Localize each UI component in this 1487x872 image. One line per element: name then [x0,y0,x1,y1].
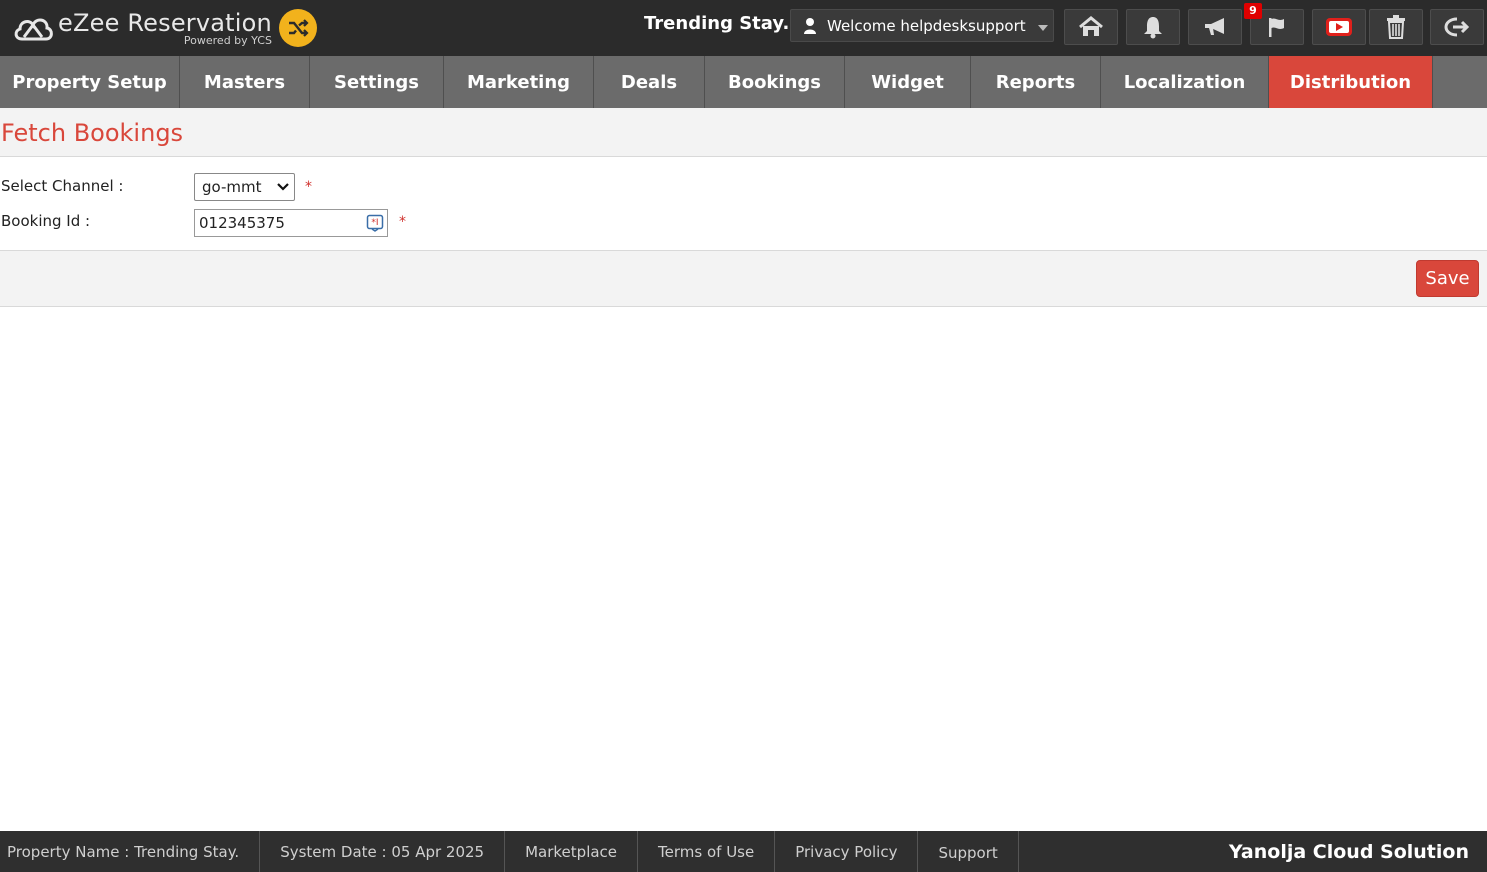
megaphone-icon [1205,18,1224,35]
nav-masters[interactable]: Masters [180,56,310,108]
footer-property-name: Property Name : Trending Stay. [0,831,261,872]
nav-marketing[interactable]: Marketing [444,56,594,108]
cloud-logo-icon [14,18,53,41]
booking-id-input[interactable]: 012345375 *I [194,209,388,237]
app-name: eZee Reservation [58,8,272,37]
channel-label: Select Channel : [1,177,124,195]
trash-icon [1387,15,1405,39]
youtube-button[interactable] [1312,9,1366,45]
nav-settings[interactable]: Settings [310,56,444,108]
home-icon [1079,16,1103,36]
svg-text:*I: *I [371,218,378,228]
channel-select-value: go-mmt [202,178,262,196]
chevron-down-icon [277,183,289,191]
user-icon [803,17,817,35]
virtual-keyboard-icon[interactable]: *I [366,214,384,232]
nav-bookings[interactable]: Bookings [705,56,845,108]
trash-button[interactable] [1369,9,1423,45]
flag-icon [1269,18,1284,37]
required-marker: * [305,179,312,195]
footer-brand: Yanolja Cloud Solution [1228,841,1469,863]
announcements-button[interactable] [1188,9,1242,45]
channel-select[interactable]: go-mmt [194,173,295,201]
nav-reports[interactable]: Reports [971,56,1101,108]
save-button[interactable]: Save [1416,260,1479,297]
page-header: Fetch Bookings [0,108,1487,157]
nav-property-setup[interactable]: Property Setup [0,56,180,108]
app-logo[interactable]: eZee Reservation Powered by YCS [12,6,272,50]
booking-id-label: Booking Id : [1,212,91,230]
user-menu-dropdown[interactable]: Welcome helpdesksupport [790,9,1054,42]
nav-distribution[interactable]: Distribution [1269,56,1433,108]
welcome-text: Welcome helpdesksupport [827,16,1026,35]
nav-widget[interactable]: Widget [845,56,971,108]
action-bar: Save [0,250,1487,307]
top-bar: eZee Reservation Powered by YCS Trending… [0,0,1487,56]
notifications-button[interactable] [1126,9,1180,45]
logout-button[interactable] [1430,9,1484,45]
notification-badge: 9 [1244,3,1262,19]
footer-link-support[interactable]: Support [918,831,1019,872]
booking-id-value: 012345375 [199,214,285,232]
hotel-name: Trending Stay. [644,13,790,34]
chevron-down-icon [1037,17,1048,35]
nav-localization[interactable]: Localization [1101,56,1269,108]
logout-icon [1444,17,1470,37]
switch-property-button[interactable] [279,9,317,47]
footer-link-privacy[interactable]: Privacy Policy [775,831,919,872]
page-title: Fetch Bookings [1,119,184,147]
footer: Property Name : Trending Stay. System Da… [0,831,1487,872]
required-marker: * [399,214,406,230]
main-nav: Property Setup Masters Settings Marketin… [0,56,1487,108]
youtube-icon [1326,18,1352,36]
home-button[interactable] [1064,9,1118,45]
footer-link-terms[interactable]: Terms of Use [638,831,776,872]
nav-deals[interactable]: Deals [594,56,705,108]
footer-system-date: System Date : 05 Apr 2025 [260,831,506,872]
bell-icon [1144,17,1162,39]
shuffle-icon [289,19,309,37]
footer-link-marketplace[interactable]: Marketplace [505,831,639,872]
